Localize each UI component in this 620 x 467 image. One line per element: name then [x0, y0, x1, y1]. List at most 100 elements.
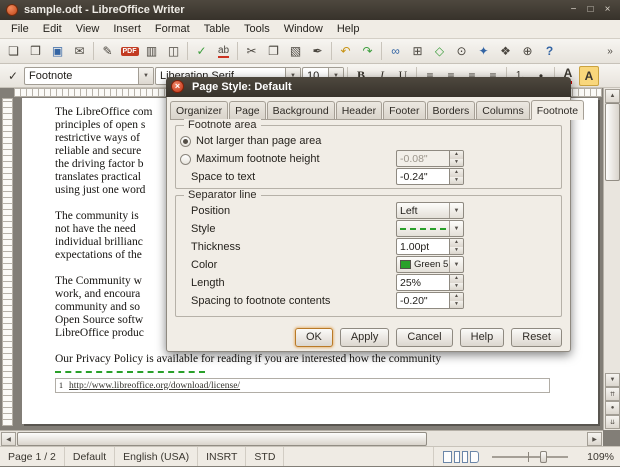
zoom-level[interactable]: 109%	[572, 451, 620, 463]
export-pdf-icon[interactable]: PDF	[119, 41, 140, 61]
page-preview-icon[interactable]: ◫	[163, 41, 184, 61]
menu-tools[interactable]: Tools	[237, 20, 277, 38]
tab-footer[interactable]: Footer	[383, 101, 425, 119]
undo-icon[interactable]: ↶	[335, 41, 356, 61]
copy-icon[interactable]: ❐	[263, 41, 284, 61]
position-dropdown[interactable]: Left ▼	[396, 202, 464, 219]
help-button[interactable]: Help	[460, 328, 505, 347]
style-dropdown[interactable]: ▼	[396, 220, 464, 237]
zoom-slider[interactable]	[488, 447, 572, 467]
new-document-icon[interactable]: ❏	[3, 41, 24, 61]
menu-format[interactable]: Format	[148, 20, 197, 38]
menu-help[interactable]: Help	[330, 20, 367, 38]
spin-up-icon[interactable]: ▲	[450, 239, 463, 247]
paragraph-style-combo[interactable]: Footnote ▼	[24, 67, 154, 85]
redo-icon[interactable]: ↷	[357, 41, 378, 61]
zoom-slider-thumb[interactable]	[540, 451, 547, 463]
thickness-field[interactable]: 1.00pt ▲▼	[396, 238, 464, 255]
status-insert-mode[interactable]: INSRT	[198, 447, 246, 466]
hyperlink-icon[interactable]: ∞	[385, 41, 406, 61]
maximize-button[interactable]: □	[582, 0, 599, 20]
styles-toggle-icon[interactable]: ✓	[3, 66, 23, 86]
edit-file-icon[interactable]: ✎	[97, 41, 118, 61]
view-book-icon[interactable]	[470, 451, 479, 463]
spacing-field[interactable]: -0.20" ▲▼	[396, 292, 464, 309]
spin-down-icon[interactable]: ▼	[450, 301, 463, 309]
zoom-icon[interactable]: ⊕	[517, 41, 538, 61]
open-icon[interactable]: ❒	[25, 41, 46, 61]
status-selection-mode[interactable]: STD	[246, 447, 284, 466]
scroll-up-icon[interactable]: ▲	[605, 89, 620, 103]
color-dropdown[interactable]: Green 5 ▼	[396, 256, 464, 273]
window-titlebar[interactable]: sample.odt - LibreOffice Writer − □ ×	[0, 0, 620, 20]
view-multi-page-icon[interactable]	[454, 451, 460, 463]
dialog-close-icon[interactable]: ×	[171, 80, 184, 93]
horizontal-scrollbar[interactable]: ◀ ▶	[0, 430, 603, 446]
tab-page[interactable]: Page	[229, 101, 266, 119]
status-page-number[interactable]: Page 1 / 2	[0, 447, 65, 466]
not-larger-radio[interactable]	[180, 136, 191, 147]
reset-button[interactable]: Reset	[511, 328, 562, 347]
navigation-icon[interactable]: ●	[605, 401, 620, 415]
toolbar-overflow-icon[interactable]: »	[603, 41, 617, 61]
highlighting-button[interactable]: A	[579, 66, 599, 86]
tab-organizer[interactable]: Organizer	[170, 101, 228, 119]
spin-down-icon[interactable]: ▼	[450, 283, 463, 291]
length-field[interactable]: 25% ▲▼	[396, 274, 464, 291]
spin-up-icon[interactable]: ▲	[450, 275, 463, 283]
tab-columns[interactable]: Columns	[476, 101, 529, 119]
menu-table[interactable]: Table	[197, 20, 237, 38]
status-language[interactable]: English (USA)	[115, 447, 198, 466]
cut-icon[interactable]: ✂	[241, 41, 262, 61]
space-to-text-field[interactable]: -0.24" ▲▼	[396, 168, 464, 185]
spin-down-icon[interactable]: ▼	[450, 247, 463, 255]
apply-button[interactable]: Apply	[340, 328, 390, 347]
zoom-slider-track[interactable]	[492, 456, 568, 458]
tab-footnote[interactable]: Footnote	[531, 100, 584, 120]
previous-page-icon[interactable]: ⇈	[605, 387, 620, 401]
menu-view[interactable]: View	[69, 20, 107, 38]
next-page-icon[interactable]: ⇊	[605, 415, 620, 429]
auto-spellcheck-icon[interactable]: ab	[213, 41, 234, 61]
vertical-scroll-thumb[interactable]	[605, 103, 620, 181]
clone-formatting-icon[interactable]: ✒	[307, 41, 328, 61]
ok-button[interactable]: OK	[295, 328, 333, 347]
minimize-button[interactable]: −	[565, 0, 582, 20]
tab-borders[interactable]: Borders	[427, 101, 476, 119]
spelling-icon[interactable]: ✓	[191, 41, 212, 61]
email-icon[interactable]: ✉	[69, 41, 90, 61]
tab-background[interactable]: Background	[267, 101, 335, 119]
vertical-scrollbar[interactable]: ▲ ▼ ⇈ ● ⇊	[603, 88, 620, 430]
navigator-icon[interactable]: ✦	[473, 41, 494, 61]
draw-functions-icon[interactable]: ◇	[429, 41, 450, 61]
scroll-left-icon[interactable]: ◀	[1, 432, 16, 446]
spin-up-icon[interactable]: ▲	[450, 293, 463, 301]
footnote-link[interactable]: http://www.libreoffice.org/download/lice…	[69, 381, 240, 391]
find-replace-icon[interactable]: ⊙	[451, 41, 472, 61]
status-page-style[interactable]: Default	[65, 447, 115, 466]
view-single-page-icon[interactable]	[443, 451, 452, 463]
tab-header[interactable]: Header	[336, 101, 382, 119]
gallery-icon[interactable]: ❖	[495, 41, 516, 61]
save-icon[interactable]: ▣	[47, 41, 68, 61]
help-icon[interactable]: ?	[539, 41, 560, 61]
chevron-down-icon[interactable]: ▼	[449, 203, 463, 218]
menu-window[interactable]: Window	[277, 20, 330, 38]
menu-file[interactable]: File	[4, 20, 36, 38]
paste-icon[interactable]: ▧	[285, 41, 306, 61]
menu-insert[interactable]: Insert	[106, 20, 148, 38]
chevron-down-icon[interactable]: ▼	[449, 221, 463, 236]
horizontal-scroll-thumb[interactable]	[17, 432, 427, 446]
max-height-radio[interactable]	[180, 154, 191, 165]
spin-down-icon[interactable]: ▼	[450, 177, 463, 185]
print-icon[interactable]: ▥	[141, 41, 162, 61]
close-button[interactable]: ×	[599, 0, 616, 20]
cancel-button[interactable]: Cancel	[396, 328, 452, 347]
insert-table-icon[interactable]: ⊞	[407, 41, 428, 61]
scroll-down-icon[interactable]: ▼	[605, 373, 620, 387]
menu-edit[interactable]: Edit	[36, 20, 69, 38]
vertical-ruler[interactable]	[2, 98, 13, 426]
view-multi-page-icon[interactable]	[462, 451, 468, 463]
scroll-right-icon[interactable]: ▶	[587, 432, 602, 446]
chevron-down-icon[interactable]: ▼	[449, 257, 463, 272]
